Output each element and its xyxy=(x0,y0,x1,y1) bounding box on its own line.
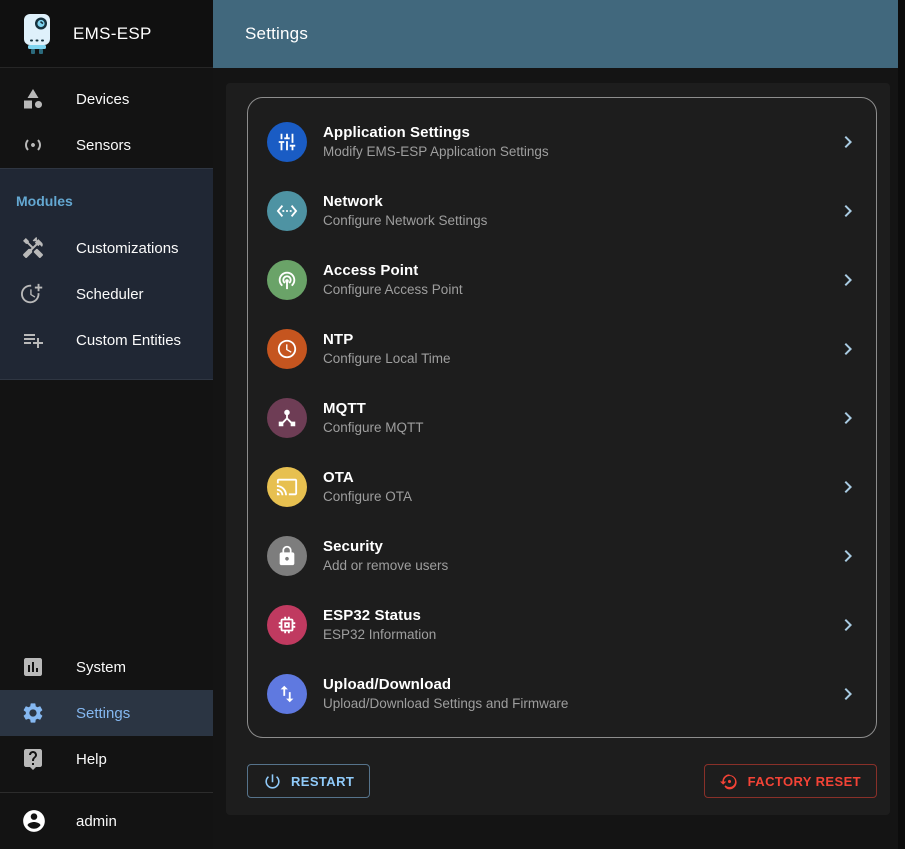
item-title: OTA xyxy=(323,469,412,486)
sidebar-item-label: Custom Entities xyxy=(76,332,181,349)
item-title: ESP32 Status xyxy=(323,607,436,624)
device-hub-icon xyxy=(267,398,307,438)
app-frame: EMS-ESP Devices Sensors Modules xyxy=(0,0,898,849)
more-time-icon xyxy=(21,282,45,306)
sidebar-item-label: Customizations xyxy=(76,240,179,257)
main-area: Settings Application Settings Modify EMS… xyxy=(213,0,898,849)
item-subtitle: Configure Network Settings xyxy=(323,213,487,228)
chevron-right-icon xyxy=(836,199,860,223)
page-title: Settings xyxy=(245,24,308,44)
page-appbar: Settings xyxy=(213,0,898,68)
actions-row: RESTART FACTORY RESET xyxy=(247,764,877,798)
restart-button-label: RESTART xyxy=(291,774,354,789)
sidebar-item-scheduler[interactable]: Scheduler xyxy=(0,271,213,317)
chevron-right-icon xyxy=(836,406,860,430)
settings-item-access-point[interactable]: Access Point Configure Access Point xyxy=(248,245,876,314)
factory-reset-button[interactable]: FACTORY RESET xyxy=(704,764,877,798)
modules-section-header: Modules xyxy=(0,169,213,225)
settings-item-ota[interactable]: OTA Configure OTA xyxy=(248,452,876,521)
boiler-logo-icon xyxy=(20,12,54,56)
settings-item-security[interactable]: Security Add or remove users xyxy=(248,521,876,590)
item-subtitle: Configure OTA xyxy=(323,489,412,504)
construction-icon xyxy=(21,236,45,260)
chevron-right-icon xyxy=(836,613,860,637)
item-title: NTP xyxy=(323,331,451,348)
sidebar-item-settings[interactable]: Settings xyxy=(0,690,213,736)
sidebar-item-help[interactable]: Help xyxy=(0,736,213,782)
live-help-icon xyxy=(21,747,45,771)
playlist-add-icon xyxy=(21,328,45,352)
item-subtitle: Configure Access Point xyxy=(323,282,463,297)
item-subtitle: Modify EMS-ESP Application Settings xyxy=(323,144,549,159)
ems-esp-app: EMS-ESP Devices Sensors Modules xyxy=(0,0,905,849)
power-icon xyxy=(263,772,282,791)
chevron-right-icon xyxy=(836,475,860,499)
sidebar-item-label: System xyxy=(76,659,126,676)
settings-item-application-settings[interactable]: Application Settings Modify EMS-ESP Appl… xyxy=(248,107,876,176)
item-subtitle: Add or remove users xyxy=(323,558,448,573)
sidebar-item-sensors[interactable]: Sensors xyxy=(0,122,213,168)
chevron-right-icon xyxy=(836,337,860,361)
sensors-icon xyxy=(21,133,45,157)
settings-item-mqtt[interactable]: MQTT Configure MQTT xyxy=(248,383,876,452)
sidebar-item-devices[interactable]: Devices xyxy=(0,76,213,122)
sidebar-item-custom-entities[interactable]: Custom Entities xyxy=(0,317,213,363)
sidebar-bottom-group: System Settings Help xyxy=(0,644,213,849)
username-label: admin xyxy=(76,813,117,830)
sidebar-item-label: Scheduler xyxy=(76,286,144,303)
chevron-right-icon xyxy=(836,130,860,154)
sidebar-item-label: Help xyxy=(76,751,107,768)
assessment-icon xyxy=(21,655,45,679)
app-title: EMS-ESP xyxy=(73,24,152,44)
item-title: Upload/Download xyxy=(323,676,568,693)
gear-icon xyxy=(21,701,45,725)
settings-item-ntp[interactable]: NTP Configure Local Time xyxy=(248,314,876,383)
sidebar-item-system[interactable]: System xyxy=(0,644,213,690)
settings-card: Application Settings Modify EMS-ESP Appl… xyxy=(247,97,877,738)
wifi-tethering-icon xyxy=(267,260,307,300)
restart-button[interactable]: RESTART xyxy=(247,764,370,798)
settings-item-upload-download[interactable]: Upload/Download Upload/Download Settings… xyxy=(248,659,876,728)
settings-item-network[interactable]: Network Configure Network Settings xyxy=(248,176,876,245)
backup-restore-icon xyxy=(720,772,739,791)
settings-paper: Application Settings Modify EMS-ESP Appl… xyxy=(226,83,890,815)
item-title: Application Settings xyxy=(323,124,549,141)
sidebar-item-customizations[interactable]: Customizations xyxy=(0,225,213,271)
item-subtitle: Upload/Download Settings and Firmware xyxy=(323,696,568,711)
chevron-right-icon xyxy=(836,268,860,292)
clock-icon xyxy=(267,329,307,369)
item-title: MQTT xyxy=(323,400,424,417)
item-title: Access Point xyxy=(323,262,463,279)
item-title: Network xyxy=(323,193,487,210)
chip-icon xyxy=(267,605,307,645)
account-circle-icon xyxy=(21,808,47,834)
sidebar-item-admin[interactable]: admin xyxy=(0,793,213,849)
settings-item-esp32-status[interactable]: ESP32 Status ESP32 Information xyxy=(248,590,876,659)
category-icon xyxy=(21,87,45,111)
item-title: Security xyxy=(323,538,448,555)
item-subtitle: ESP32 Information xyxy=(323,627,436,642)
chevron-right-icon xyxy=(836,544,860,568)
sidebar-item-label: Settings xyxy=(76,705,130,722)
sidebar-item-label: Devices xyxy=(76,91,129,108)
tune-icon xyxy=(267,122,307,162)
sidebar-item-label: Sensors xyxy=(76,137,131,154)
factory-reset-button-label: FACTORY RESET xyxy=(748,774,861,789)
import-export-icon xyxy=(267,674,307,714)
ethernet-icon xyxy=(267,191,307,231)
cast-icon xyxy=(267,467,307,507)
sidebar: EMS-ESP Devices Sensors Modules xyxy=(0,0,213,849)
lock-icon xyxy=(267,536,307,576)
item-subtitle: Configure Local Time xyxy=(323,351,451,366)
chevron-right-icon xyxy=(836,682,860,706)
item-subtitle: Configure MQTT xyxy=(323,420,424,435)
modules-section: Modules Customizations Scheduler xyxy=(0,168,213,380)
sidebar-nav: Devices Sensors Modules Customizations xyxy=(0,68,213,849)
content-area: Application Settings Modify EMS-ESP Appl… xyxy=(213,68,898,849)
app-logo-bar: EMS-ESP xyxy=(0,0,213,68)
